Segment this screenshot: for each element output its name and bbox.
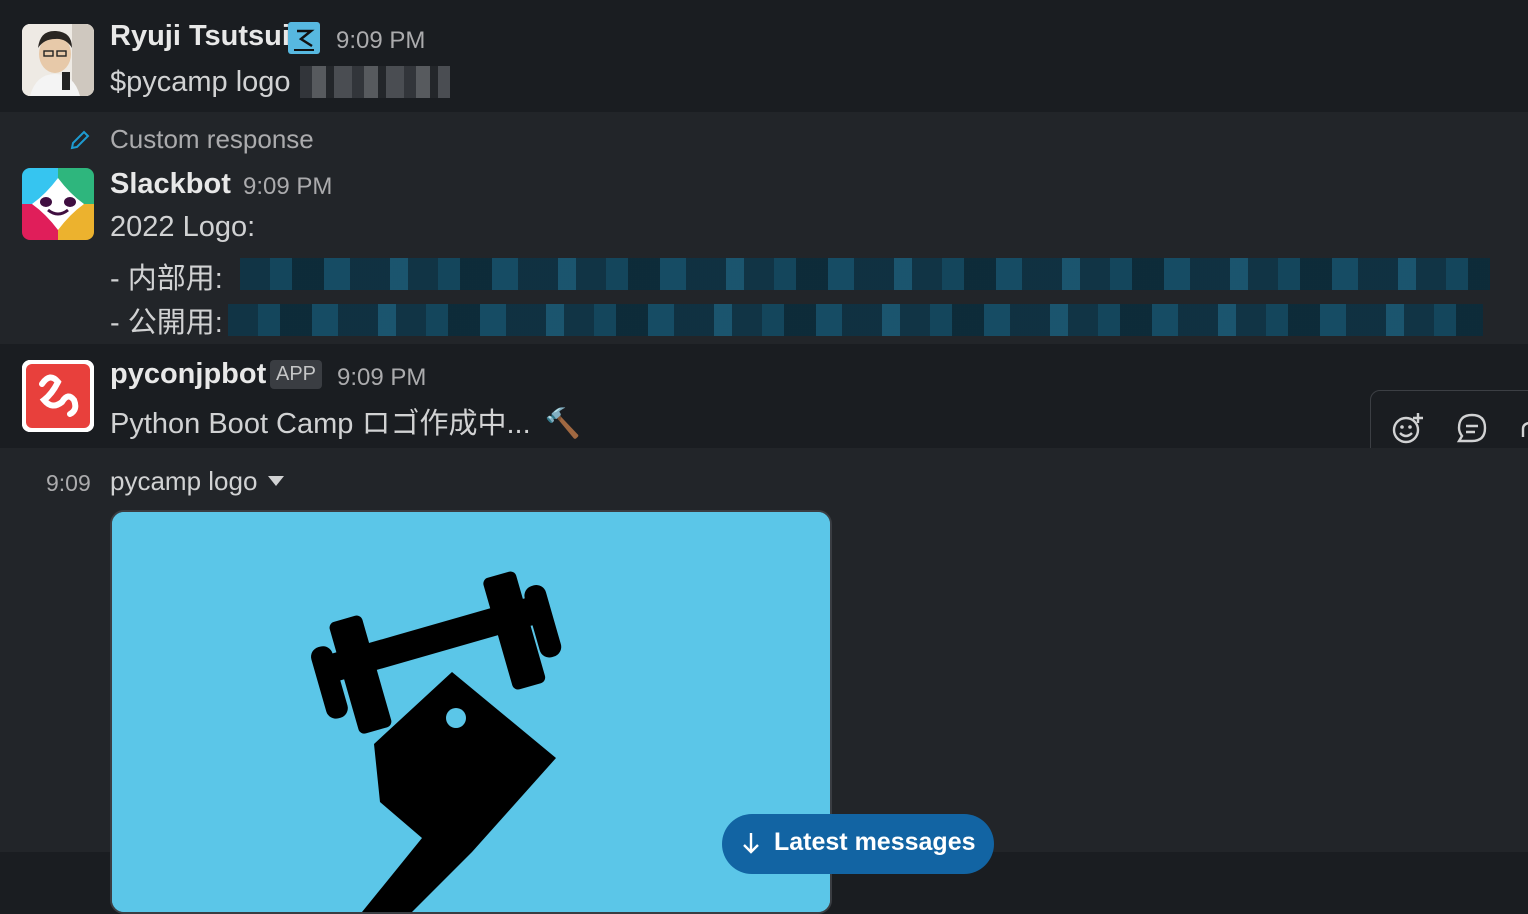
message-text: Python Boot Camp ロゴ作成中... 🔨	[110, 400, 581, 442]
message-time[interactable]: 9:09 PM	[337, 364, 426, 392]
context-label: Custom response	[110, 124, 314, 154]
author-name[interactable]: pyconjpbot	[110, 358, 266, 391]
share-message-icon[interactable]	[1517, 411, 1528, 445]
message-ryuji: Ryuji Tsutsui 9:09 PM $pycamp logo	[0, 0, 1528, 112]
latest-messages-button[interactable]: Latest messages	[722, 814, 994, 874]
redacted-link[interactable]	[228, 304, 1483, 336]
author-name[interactable]: Ryuji Tsutsui	[110, 20, 290, 53]
status-emoji-icon	[288, 22, 320, 54]
pencil-icon	[68, 128, 92, 157]
hammer-icon: 🔨	[544, 408, 581, 440]
message-pyconjpbot: pyconjpbot APP 9:09 PM Python Boot Camp …	[0, 344, 1528, 448]
chevron-down-icon[interactable]	[268, 476, 284, 486]
file-name[interactable]: pycamp logo	[110, 466, 257, 497]
add-reaction-icon[interactable]	[1391, 411, 1425, 445]
message-time[interactable]: 9:09 PM	[336, 27, 425, 55]
message-text-body: Python Boot Camp ロゴ作成中...	[110, 408, 531, 440]
author-name[interactable]: Slackbot	[110, 168, 231, 201]
reply-in-thread-icon[interactable]	[1455, 411, 1489, 445]
avatar-ryuji[interactable]	[22, 24, 94, 96]
avatar-slackbot[interactable]	[22, 168, 94, 240]
message-time[interactable]: 9:09	[46, 470, 91, 497]
message-line: - 内部用:	[110, 263, 223, 295]
arrow-down-icon	[740, 830, 762, 863]
message-line: - 公開用:	[110, 307, 223, 339]
avatar-pyconjpbot[interactable]	[22, 360, 94, 432]
redacted-link[interactable]	[240, 258, 1490, 290]
message-time[interactable]: 9:09 PM	[243, 173, 332, 201]
app-badge: APP	[270, 360, 323, 389]
message-slackbot: Custom response Slackbot 9:09 PM 2022 Lo…	[0, 112, 1528, 344]
message-text: $pycamp logo	[110, 66, 291, 98]
message-line: 2022 Logo:	[110, 211, 256, 243]
redacted-content	[300, 66, 450, 98]
file-attachment: 9:09 pycamp logo	[0, 448, 1528, 914]
latest-messages-label: Latest messages	[774, 828, 976, 856]
